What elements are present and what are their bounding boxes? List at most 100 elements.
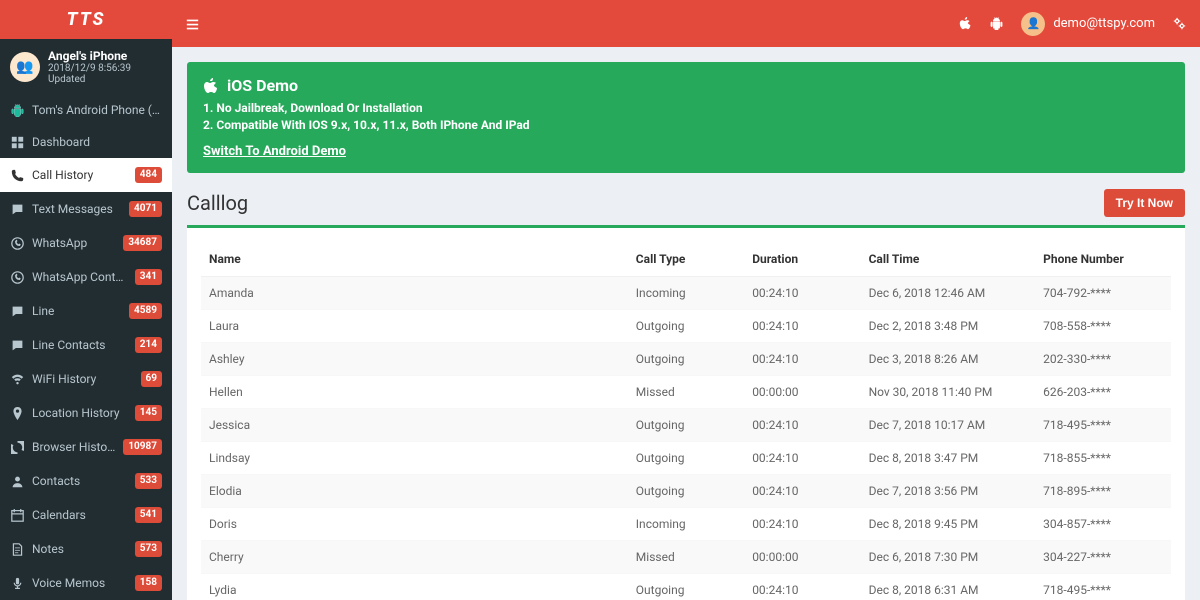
table-row[interactable]: AmandaIncoming00:24:10Dec 6, 2018 12:46 … [201, 277, 1171, 310]
table-row[interactable]: AshleyOutgoing00:24:10Dec 3, 2018 8:26 A… [201, 343, 1171, 376]
sidebar-item-browser-history[interactable]: Browser History10987 [0, 430, 172, 464]
user-avatar-icon: 👤 [1021, 12, 1045, 36]
apple-icon[interactable] [959, 16, 972, 32]
cell-time: Dec 3, 2018 8:26 AM [861, 343, 1036, 376]
cell-type: Outgoing [628, 310, 744, 343]
cell-time: Nov 30, 2018 11:40 PM [861, 376, 1036, 409]
try-it-now-button[interactable]: Try It Now [1104, 189, 1185, 217]
cell-name: Ashley [201, 343, 628, 376]
sidebar-item-calendars[interactable]: Calendars541 [0, 498, 172, 532]
table-row[interactable]: HellenMissed00:00:00Nov 30, 2018 11:40 P… [201, 376, 1171, 409]
cell-name: Doris [201, 508, 628, 541]
col-duration: Duration [744, 242, 860, 277]
table-row[interactable]: LauraOutgoing00:24:10Dec 2, 2018 3:48 PM… [201, 310, 1171, 343]
sidebar-item-text-messages[interactable]: Text Messages4071 [0, 192, 172, 226]
sidebar-item-line-contacts[interactable]: Line Contacts214 [0, 328, 172, 362]
dashboard-icon [10, 135, 24, 149]
col-phone-number: Phone Number [1035, 242, 1171, 277]
alt-device-item[interactable]: Tom's Android Phone (Demo) [0, 93, 172, 125]
cell-phone: 304-227-**** [1035, 541, 1171, 574]
nav-badge: 484 [135, 167, 162, 183]
cell-type: Outgoing [628, 442, 744, 475]
sidebar-item-location-history[interactable]: Location History 145 [0, 396, 172, 430]
nav-label: Text Messages [32, 202, 121, 216]
table-row[interactable]: JessicaOutgoing00:24:10Dec 7, 2018 10:17… [201, 409, 1171, 442]
cell-time: Dec 8, 2018 9:45 PM [861, 508, 1036, 541]
chat-icon [10, 338, 24, 352]
refresh-icon [10, 440, 24, 454]
table-row[interactable]: LindsayOutgoing00:24:10Dec 8, 2018 3:47 … [201, 442, 1171, 475]
table-row[interactable]: DorisIncoming00:24:10Dec 8, 2018 9:45 PM… [201, 508, 1171, 541]
cell-duration: 00:00:00 [744, 541, 860, 574]
wifi-icon [10, 372, 24, 386]
cell-type: Outgoing [628, 343, 744, 376]
nav-badge: 573 [135, 541, 162, 557]
android-icon[interactable] [990, 16, 1003, 32]
cell-duration: 00:24:10 [744, 442, 860, 475]
calllog-table: NameCall TypeDurationCall TimePhone Numb… [201, 242, 1171, 600]
sidebar-item-line[interactable]: Line 4589 [0, 294, 172, 328]
nav: Dashboard Call History 484 Text Messages407… [0, 126, 172, 600]
user-menu[interactable]: 👤 demo@ttspy.com [1021, 12, 1155, 36]
device-panel[interactable]: 👥 Angel's iPhone 2018/12/9 8:56:39 Updat… [0, 39, 172, 93]
nav-label: Dashboard [32, 135, 162, 149]
cell-phone: 718-495-**** [1035, 574, 1171, 600]
menu-toggle-icon[interactable] [186, 15, 199, 33]
cell-phone: 202-330-**** [1035, 343, 1171, 376]
nav-label: WhatsApp Contacts [32, 270, 127, 284]
nav-label: Location History [32, 406, 127, 420]
nav-label: Call History [32, 168, 127, 182]
nav-badge: 341 [135, 269, 162, 285]
switch-demo-link[interactable]: Switch To Android Demo [203, 144, 346, 159]
cell-name: Hellen [201, 376, 628, 409]
nav-label: Line [32, 304, 121, 318]
cell-type: Missed [628, 541, 744, 574]
brand-logo[interactable]: TTS [0, 0, 172, 39]
page-title: Calllog [187, 191, 248, 215]
cell-name: Lindsay [201, 442, 628, 475]
cell-name: Lydia [201, 574, 628, 600]
nav-badge: 541 [135, 507, 162, 523]
sidebar-item-wifi-history[interactable]: WiFi History 69 [0, 362, 172, 396]
col-name: Name [201, 242, 628, 277]
cell-name: Jessica [201, 409, 628, 442]
nav-label: WiFi History [32, 372, 133, 386]
cell-duration: 00:24:10 [744, 409, 860, 442]
chat-icon [10, 202, 24, 216]
nav-badge: 145 [135, 405, 162, 421]
nav-label: Voice Memos [32, 576, 127, 590]
user-icon [10, 474, 24, 488]
cell-type: Outgoing [628, 409, 744, 442]
table-row[interactable]: ElodiaOutgoing00:24:10Dec 7, 2018 3:56 P… [201, 475, 1171, 508]
cell-type: Outgoing [628, 574, 744, 600]
cell-time: Dec 7, 2018 3:56 PM [861, 475, 1036, 508]
content: iOS Demo 1. No Jailbreak, Download Or In… [172, 47, 1200, 600]
main: 👤 demo@ttspy.com iOS Demo 1. No Jailbrea… [172, 0, 1200, 600]
cell-time: Dec 6, 2018 7:30 PM [861, 541, 1036, 574]
sidebar-item-contacts[interactable]: Contacts533 [0, 464, 172, 498]
table-row[interactable]: CherryMissed00:00:00Dec 6, 2018 7:30 PM3… [201, 541, 1171, 574]
settings-icon[interactable] [1173, 16, 1186, 32]
sidebar-item-call-history[interactable]: Call History 484 [0, 158, 172, 192]
nav-label: Browser History [32, 440, 115, 454]
cell-phone: 718-495-**** [1035, 409, 1171, 442]
nav-badge: 69 [141, 371, 162, 387]
cell-phone: 626-203-**** [1035, 376, 1171, 409]
nav-badge: 4589 [129, 303, 162, 319]
whatsapp-icon [10, 236, 24, 250]
device-name: Angel's iPhone [48, 49, 162, 63]
sidebar-item-notes[interactable]: Notes 573 [0, 532, 172, 566]
cell-name: Elodia [201, 475, 628, 508]
cell-duration: 00:24:10 [744, 310, 860, 343]
cell-duration: 00:24:10 [744, 277, 860, 310]
sidebar-item-dashboard[interactable]: Dashboard [0, 126, 172, 158]
cell-phone: 718-855-**** [1035, 442, 1171, 475]
cell-type: Incoming [628, 508, 744, 541]
nav-badge: 34687 [123, 235, 162, 251]
nav-label: Notes [32, 542, 127, 556]
sidebar-item-whatsapp-contacts[interactable]: WhatsApp Contacts 341 [0, 260, 172, 294]
demo-banner: iOS Demo 1. No Jailbreak, Download Or In… [187, 62, 1185, 173]
sidebar-item-voice-memos[interactable]: Voice Memos158 [0, 566, 172, 600]
table-row[interactable]: LydiaOutgoing00:24:10Dec 8, 2018 6:31 AM… [201, 574, 1171, 600]
sidebar-item-whatsapp[interactable]: WhatsApp34687 [0, 226, 172, 260]
